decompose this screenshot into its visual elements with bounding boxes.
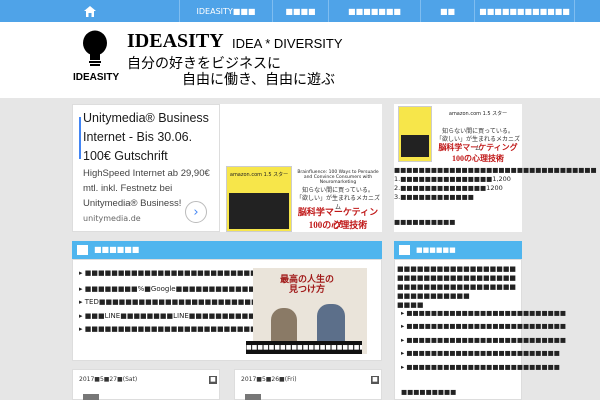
sidebar-book-cover[interactable]: [398, 106, 432, 162]
ad-arrow-icon[interactable]: ›: [185, 201, 207, 223]
category-tag[interactable]: [245, 394, 261, 400]
sidebar-list-item[interactable]: ▸ ■■■■■■■■■■■■■■■■■■■■■■■■■■: [401, 336, 566, 344]
nav-home[interactable]: [0, 0, 180, 22]
sidebar-book-description: ■■■■■■■■■■■■■■■■■■■■■■■■■■■■■■■■■: [394, 166, 597, 174]
sidebar-list-item[interactable]: ▸ ■■■■■■■■■■■■■■■■■■■■■■■■■: [401, 349, 560, 357]
photo-title: 最高の人生の見つけ方: [279, 274, 334, 294]
sidebar-profile-box: ■■■■■■■■■■■■■■■■■■■■■■■■■■■■■■■■■■■■■■■■…: [394, 259, 566, 400]
post-date: 2017■5■27■(Sat): [79, 376, 138, 383]
sidebar-list-item[interactable]: ▸ ■■■■■■■■■■■■■■■■■■■■■■■■■: [401, 363, 560, 371]
sidebar-more-link[interactable]: ■■■■■■■■■: [401, 388, 456, 396]
sidebar-link[interactable]: ■■■■■■■■■■: [394, 218, 455, 226]
book-cover-dark-band: [229, 193, 289, 229]
sidebar-book-label: amazon.com 1.5 スター: [448, 111, 508, 117]
book-title-line2: 100の心理技術: [308, 220, 368, 230]
main-section-title: ■■■■■■: [94, 245, 140, 254]
post-date: 2017■5■26■(Fri): [241, 376, 297, 383]
sidebar-list-item[interactable]: ▸ ■■■■■■■■■■■■■■■■■■■■■■■■■■: [401, 309, 566, 317]
sidebar-profile-tail: ■■■■: [397, 301, 424, 309]
book-subtitle-en: Brainfluence: 100 Ways to Persuade and C…: [297, 170, 379, 185]
nav-item-4[interactable]: ■■: [421, 0, 475, 22]
sidebar-list-item-text[interactable]: ■■■■■■■■■■■■■■■■■■■■■■■■■■: [406, 322, 566, 330]
sidebar-section-header: ■■■■■■: [394, 241, 522, 259]
book-cover-label: amazon.com 1.5 スター: [229, 172, 289, 178]
nav-item-2[interactable]: ■■■■: [273, 0, 329, 22]
post-card[interactable]: 2017■5■27■(Sat) ■: [72, 369, 220, 400]
sidebar-book-title-1: 脳科学マーケティング: [438, 143, 518, 152]
category-tag[interactable]: [83, 394, 99, 400]
sidebar-list-item-text[interactable]: ■■■■■■■■■■■■■■■■■■■■■■■■■: [406, 363, 560, 371]
home-icon: [83, 5, 96, 17]
comment-badge: ■: [371, 376, 379, 384]
ad-url[interactable]: unitymedia.de: [83, 214, 141, 223]
lightbulb-logo-icon[interactable]: [80, 30, 110, 68]
ad-headline[interactable]: Unitymedia® Business Internet - Bis 30.0…: [83, 109, 223, 166]
sidebar-profile-para: ■■■■■■■■■■■■■■■■■■■■■■■■■■■■■■■■■■■■■■■■…: [397, 265, 517, 300]
site-title[interactable]: IDEASITY: [127, 30, 224, 53]
tagline-2: 自由に働き、自由に遊ぶ: [182, 72, 336, 88]
nav-item-3[interactable]: ■■■■■■■: [329, 0, 421, 22]
sidebar-profile-text: ■■■■■■■■■■■■■■■■■■■■■■■■■■■■■■■■■■■■■■■■…: [397, 265, 521, 310]
sidebar-list-item-text[interactable]: ■■■■■■■■■■■■■■■■■■■■■■■■■■: [406, 309, 566, 317]
site-header: IDEASITY IDEASITY IDEA * DIVERSITY 自分の好き…: [0, 22, 600, 98]
sidebar-list-item[interactable]: ▸ ■■■■■■■■■■■■■■■■■■■■■■■■■■: [401, 322, 566, 330]
section-square-icon: [399, 245, 410, 255]
nav-item-5[interactable]: ■■■■■■■■■■■■: [475, 0, 575, 22]
list-item-text[interactable]: ■■■■■■■■%■Google■■■■■■■■■■■■: [85, 285, 255, 293]
top-nav: IDEASITY■■■ ■■■■ ■■■■■■■ ■■ ■■■■■■■■■■■■: [0, 0, 600, 22]
comment-badge: ■: [209, 376, 217, 384]
site-subtitle: IDEA * DIVERSITY: [232, 36, 343, 51]
photo-caption[interactable]: ■■■■■■■■■■■■■■■■■■■■■■■■■■■■■■: [246, 341, 362, 354]
sidebar-book-dark-band: [401, 135, 429, 157]
nav-item-ideasity[interactable]: IDEASITY■■■: [180, 0, 273, 22]
main-section-header: ■■■■■■: [72, 241, 382, 259]
sidebar-price-2: 2.■■■■■■■■■■■■■■1200: [394, 184, 503, 192]
sidebar-section-title: ■■■■■■: [416, 246, 456, 254]
post-card[interactable]: 2017■5■26■(Fri) ■: [234, 369, 382, 400]
book-cover-image[interactable]: amazon.com 1.5 スター: [226, 166, 292, 232]
section-square-icon: [77, 245, 88, 255]
logo-wordmark[interactable]: IDEASITY: [73, 72, 119, 83]
sidebar-book-title-2: 100の心理技術: [452, 154, 504, 163]
sidebar-list-item-text[interactable]: ■■■■■■■■■■■■■■■■■■■■■■■■■■: [406, 336, 566, 344]
sidebar-price-1: 1.■■■■■■■■■■■■■■■1,200: [394, 175, 511, 183]
sidebar-price-3: 3.■■■■■■■■■■■■: [394, 193, 474, 201]
ad-accent-bar: [79, 117, 81, 159]
list-item[interactable]: ▸ ■■■■■■■■%■Google■■■■■■■■■■■■: [79, 285, 255, 293]
sidebar-list-item-text[interactable]: ■■■■■■■■■■■■■■■■■■■■■■■■■: [406, 349, 560, 357]
